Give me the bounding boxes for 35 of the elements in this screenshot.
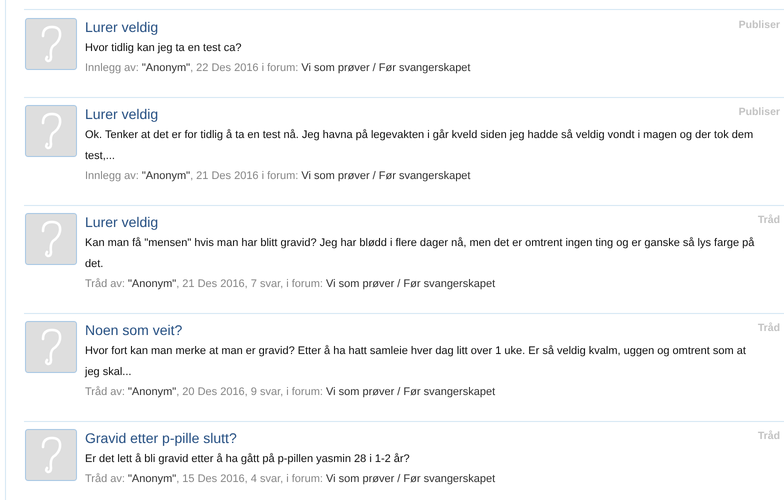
meta-label: Tråd av:: [85, 278, 125, 290]
post-type-label: Tråd: [758, 214, 780, 226]
forum-link[interactable]: Vi som prøver / Før svangerskapet: [326, 386, 496, 398]
author-name: "Anonym": [142, 170, 190, 182]
post-excerpt: Er det lett å bli gravid etter å ha gått på p-pillen yasmin 28 i 1-2 år?: [85, 452, 411, 467]
post-details: , 22 Des 2016 i forum:: [190, 62, 298, 74]
post-type-label: Tråd: [758, 322, 780, 334]
author-name: "Anonym": [128, 473, 176, 485]
post-details: , 21 Des 2016, 7 svar, i forum:: [176, 278, 323, 290]
post-details: , 21 Des 2016 i forum:: [190, 170, 298, 182]
forum-link[interactable]: Vi som prøver / Før svangerskapet: [301, 170, 470, 182]
author-name: "Anonym": [142, 62, 190, 74]
author-name: "Anonym": [128, 386, 176, 398]
post-title[interactable]: Lurer veldig: [85, 104, 158, 124]
post-title[interactable]: Lurer veldig: [85, 17, 158, 37]
post-details: , 15 Des 2016, 4 svar, i forum:: [176, 473, 323, 485]
meta-label: Tråd av:: [85, 473, 125, 485]
forum-link[interactable]: Vi som prøver / Før svangerskapet: [326, 473, 496, 485]
post-type-label: Publiser: [738, 106, 780, 118]
forum-link[interactable]: Vi som prøver / Før svangerskapet: [301, 62, 470, 74]
post-type-label: Publiser: [738, 19, 780, 31]
post-excerpt: Hvor tidlig kan jeg ta en test ca?: [85, 41, 243, 56]
author-name: "Anonym": [128, 278, 176, 290]
meta-label: Tråd av:: [85, 386, 125, 398]
post-details: , 20 Des 2016, 9 svar, i forum:: [176, 386, 323, 398]
meta-label: Innlegg av:: [85, 170, 139, 182]
forum-link[interactable]: Vi som prøver / Før svangerskapet: [326, 278, 496, 290]
post-title[interactable]: Gravid etter p-pille slutt?: [85, 428, 237, 448]
meta-label: Innlegg av:: [85, 62, 139, 74]
post-type-label: Tråd: [758, 430, 780, 442]
post-excerpt: Kan man få "mensen" hvis man har blitt gravid? Jeg har blødd i flere dager nå, men det er omtrent ingen ting og er ganske så lys farge på det.: [85, 236, 756, 272]
post-excerpt: Ok. Tenker at det er for tidlig å ta en test nå. Jeg havna på legevakten i går kveld siden jeg hadde så veldig vondt i magen og der tok dem test,...: [85, 128, 754, 164]
post-title[interactable]: Lurer veldig: [85, 212, 158, 232]
post-title[interactable]: Noen som veit?: [85, 320, 182, 340]
post-excerpt: Hvor fort kan man merke at man er gravid? Etter å ha hatt samleie hver dag litt over 1 uke. Er så veldig kvalm, uggen og omtrent som at jeg skal...: [85, 344, 747, 380]
